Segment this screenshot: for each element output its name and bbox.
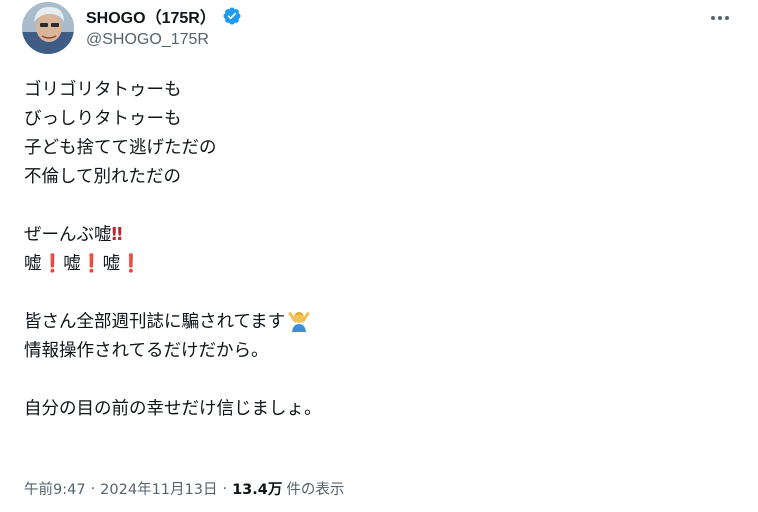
tweet-line-lie-repeat: 嘘❗嘘❗嘘❗ [24, 250, 724, 279]
tweet-date[interactable]: 2024年11月13日 [100, 478, 217, 499]
exclamation-icon: ❗ [120, 254, 142, 274]
tweet-line: 情報操作されてるだけだから。 [24, 341, 269, 361]
tweet-line-text: ぜーんぶ嘘 [24, 225, 112, 245]
tweet-text: ゴリゴリタトゥーも びっしりタトゥーも 子ども捨てて逃げただの 不倫して別れただ… [24, 76, 724, 424]
avatar[interactable] [22, 2, 74, 54]
lie-word: 嘘 [102, 254, 121, 274]
more-dots-icon [711, 16, 729, 20]
tweet-line: 自分の目の前の幸せだけ信じましょ。 [24, 399, 322, 419]
more-options-button[interactable] [706, 6, 734, 30]
tweet-time[interactable]: 午前9:47 [24, 478, 86, 499]
tweet-line-lies: ぜーんぶ嘘‼ [24, 221, 724, 250]
tweet-meta: 午前9:47 · 2024年11月13日 · 13.4万 件の表示 [24, 478, 344, 499]
exclamation-icon: ❗ [41, 254, 64, 274]
views-label: 件の表示 [286, 482, 345, 498]
author-handle[interactable]: @SHOGO_175R [86, 31, 209, 49]
verified-badge-icon [223, 7, 241, 25]
author-display-name[interactable]: SHOGO（175R） [86, 4, 216, 28]
tweet-line: びっしりタトゥーも [24, 109, 182, 129]
lie-word: 嘘 [63, 254, 81, 274]
meta-separator: · [222, 480, 228, 497]
tweet-line: 不倫して別れただの [24, 167, 181, 187]
tweet-line-text: 皆さん全部週刊誌に騙されてます [24, 312, 286, 332]
tweet-line-magazine: 皆さん全部週刊誌に騙されてます [24, 308, 724, 337]
lie-word: 嘘 [24, 254, 42, 274]
views-count: 13.4万 [232, 482, 283, 498]
author-name-row[interactable]: SHOGO（175R） [86, 5, 242, 27]
double-exclamation-icon: ‼ [111, 225, 123, 245]
tweet-line: ゴリゴリタトゥーも [24, 80, 182, 100]
exclamation-icon: ❗ [80, 254, 103, 274]
tweet-line: 子ども捨てて逃げただの [24, 138, 217, 158]
meta-separator: · [90, 480, 96, 497]
person-gesturing-ok-icon [288, 312, 311, 332]
